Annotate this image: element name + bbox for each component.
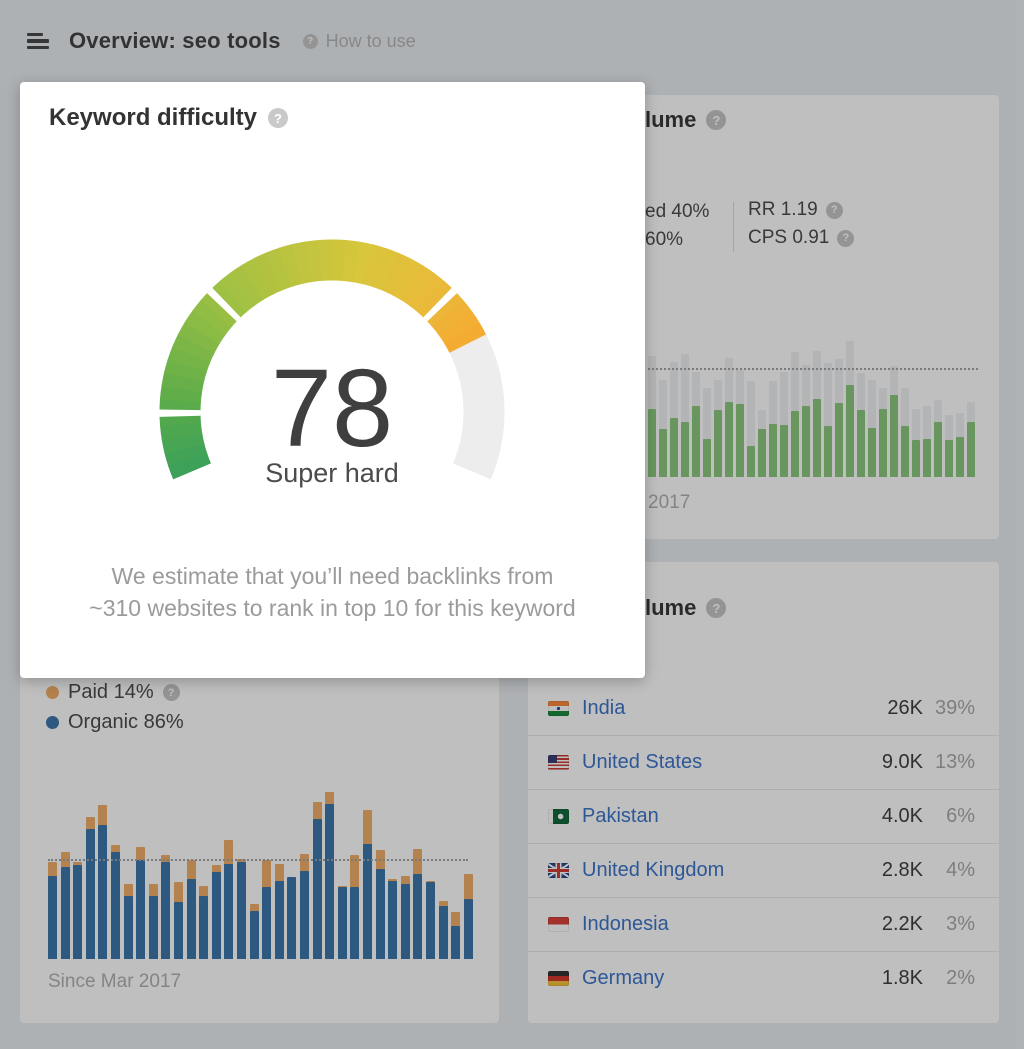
kd-score: 78	[152, 354, 512, 464]
kd-difficulty-label: Super hard	[152, 458, 512, 489]
kd-description-line2: ~310 websites to rank in top 10 for this…	[20, 592, 645, 624]
kd-description: We estimate that you’ll need backlinks f…	[20, 560, 645, 624]
help-icon[interactable]: ?	[268, 108, 288, 128]
kd-card-title: Keyword difficulty	[49, 104, 257, 132]
keyword-difficulty-card: Keyword difficulty ? 78 Super hard We es…	[20, 82, 645, 678]
kd-gauge: 78 Super hard	[152, 232, 512, 494]
kd-description-line1: We estimate that you’ll need backlinks f…	[20, 560, 645, 592]
